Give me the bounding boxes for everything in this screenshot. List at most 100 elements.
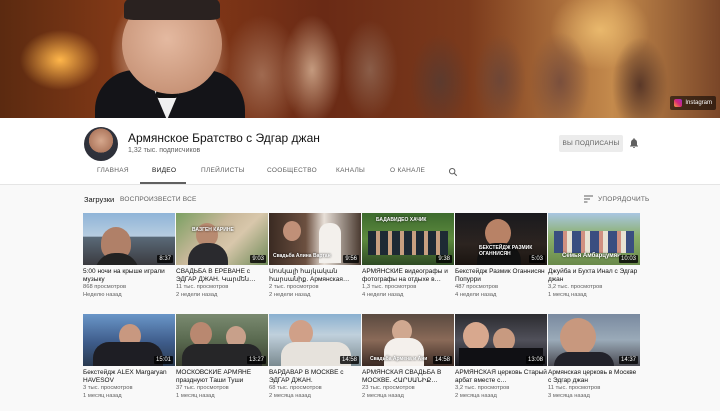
video-age: 4 недели назад (455, 291, 497, 298)
video-views: 1,3 тыс. просмотров (362, 284, 417, 290)
video-thumbnail[interactable]: 14:37 (548, 314, 640, 366)
tab-community[interactable]: СООБЩЕСТВО (267, 167, 317, 174)
thumb-face (463, 322, 489, 350)
video-thumbnail[interactable]: Семья Амбарцумян 10:03 (548, 213, 640, 265)
video-card[interactable]: ВАЗГЕН КАРИНЕ 9:03 СВАДЬБА В ЕРЕВАНЕ с Э… (176, 213, 268, 299)
tab-home[interactable]: ГЛАВНАЯ (97, 167, 129, 174)
play-all-button[interactable]: ВОСПРОИЗВЕСТИ ВСЕ (120, 196, 197, 203)
video-duration: 14:58 (432, 356, 452, 364)
sort-icon (584, 195, 593, 203)
banner-person-hair (124, 0, 220, 20)
video-title[interactable]: АРМЯНСКИЕ видеографы и фотографы на отды… (362, 268, 454, 284)
thumb-face (190, 322, 212, 346)
search-icon[interactable] (448, 167, 458, 177)
sort-label: УПОРЯДОЧИТЬ (598, 195, 650, 203)
video-views: 2 тыс. просмотров (269, 284, 319, 290)
video-title[interactable]: СВАДЬБА В ЕРЕВАНЕ с ЭДГАР ДЖАН. Կարմեն… (176, 268, 268, 284)
thumb-face (560, 318, 596, 356)
video-age: 4 недели назад (362, 291, 404, 298)
video-views: 68 тыс. просмотров (269, 385, 322, 391)
video-duration: 8:37 (157, 255, 173, 263)
video-age: 2 месяца назад (455, 392, 497, 399)
video-card[interactable]: 14:37 Армянская церковь в Москве с Эдгар… (548, 314, 640, 400)
video-views: 487 просмотров (455, 284, 499, 290)
video-title[interactable]: АРМЯНСКАЯ СВАДЬБА В МОСКВЕ. ՀԱՐՍԱՆԻՔ… (362, 369, 454, 385)
thumb-group (554, 231, 634, 253)
video-age: 2 месяца назад (362, 392, 404, 399)
video-card[interactable]: 14:58 ВАРДАВАР В МОСКВЕ с ЭДГАР ДЖАН. Վա… (269, 314, 361, 400)
video-card[interactable]: 8:37 5:00 ночи на крыше играли музыку 86… (83, 213, 175, 299)
video-age: 1 месяц назад (548, 291, 587, 298)
instagram-icon (674, 99, 683, 107)
video-title[interactable]: Бекстейдж ALEX Margaryan HAVESOV (83, 369, 175, 385)
video-age: Неделю назад (83, 291, 122, 298)
video-title[interactable]: Джуйба и Бухта Инал с Эдгар джан (548, 268, 640, 284)
video-title[interactable]: Սոսկալի հայկական հարսանիք. Армянская… (269, 268, 361, 284)
video-views: 3 тыс. просмотров (83, 385, 133, 391)
video-thumbnail[interactable]: Свадьба Армена и Ани 14:58 (362, 314, 454, 366)
video-views: 37 тыс. просмотров (176, 385, 229, 391)
video-age: 2 недели назад (269, 291, 311, 298)
video-title[interactable]: АРМЯНСКАЯ церковь Старый арбат вместе с… (455, 369, 547, 385)
channel-header: Армянское Братство с Эдгар джан 1,32 тыс… (0, 118, 720, 184)
video-card[interactable]: БАДАВИДЕО ХАЧИК 9:38 АРМЯНСКИЕ видеограф… (362, 213, 454, 299)
video-duration: 13:08 (525, 356, 545, 364)
video-age: 1 месяц назад (176, 392, 215, 399)
instagram-link[interactable]: Instagram (670, 96, 716, 110)
subscribed-button[interactable]: ВЫ ПОДПИСАНЫ (559, 135, 623, 152)
tab-playlists[interactable]: ПЛЕЙЛИСТЫ (201, 167, 245, 174)
video-thumbnail[interactable]: 15:01 (83, 314, 175, 366)
tab-about[interactable]: О КАНАЛЕ (390, 167, 425, 174)
thumb-overlay-text: ВАЗГЕН КАРИНЕ (192, 227, 234, 233)
video-card[interactable]: 13:08 АРМЯНСКАЯ церковь Старый арбат вме… (455, 314, 547, 400)
channel-tabs: ГЛАВНАЯ ВИДЕО ПЛЕЙЛИСТЫ СООБЩЕСТВО КАНАЛ… (0, 165, 720, 184)
thumb-overlay-text: БАДАВИДЕО ХАЧИК (376, 217, 427, 223)
thumb-jacket (188, 243, 228, 265)
video-views: 3,2 тыс. просмотров (548, 284, 603, 290)
video-duration: 9:38 (436, 255, 452, 263)
video-duration: 9:03 (250, 255, 266, 263)
video-title[interactable]: МОСКОВСКИЕ АРМЯНЕ празднуют Таши Туши (176, 369, 268, 385)
video-duration: 15:01 (153, 356, 173, 364)
video-card[interactable]: Семья Амбарцумян 10:03 Джуйба и Бухта Ин… (548, 213, 640, 299)
video-duration: 10:03 (618, 255, 638, 263)
video-views: 23 тыс. просмотров (362, 385, 415, 391)
video-thumbnail[interactable]: Свадьба Алина Вартан 9:56 (269, 213, 361, 265)
video-views: 11 тыс. просмотров (176, 284, 229, 290)
video-title[interactable]: Армянская церковь в Москве с Эдгар джан (548, 369, 640, 385)
video-age: 2 месяца назад (269, 392, 311, 399)
thumb-group (368, 231, 448, 255)
video-duration: 13:27 (246, 356, 266, 364)
video-title[interactable]: Бекстейдж Размик Оганнисян Попурри (455, 268, 547, 284)
tab-videos[interactable]: ВИДЕО (152, 167, 176, 174)
video-card[interactable]: 15:01 Бекстейдж ALEX Margaryan HAVESOV 3… (83, 314, 175, 400)
video-thumbnail[interactable]: БАДАВИДЕО ХАЧИК 9:38 (362, 213, 454, 265)
subscriber-count: 1,32 тыс. подписчиков (128, 147, 201, 154)
video-views: 11 тыс. просмотров (548, 385, 601, 391)
video-thumbnail[interactable]: БЕКСТЕЙДЖ РАЗМИК ОГАННИСЯН 5:03 (455, 213, 547, 265)
channel-avatar[interactable] (84, 127, 118, 161)
thumb-jacket (554, 352, 614, 366)
video-card[interactable]: Свадьба Алина Вартан 9:56 Սոսկալի հայկակ… (269, 213, 361, 299)
video-age: 3 месяца назад (548, 392, 590, 399)
video-card[interactable]: БЕКСТЕЙДЖ РАЗМИК ОГАННИСЯН 5:03 Бекстейд… (455, 213, 547, 299)
sort-button[interactable]: УПОРЯДОЧИТЬ (584, 195, 650, 203)
video-thumbnail[interactable]: 8:37 (83, 213, 175, 265)
video-card[interactable]: 13:27 МОСКОВСКИЕ АРМЯНЕ празднуют Таши Т… (176, 314, 268, 400)
thumb-overlay-text: Свадьба Алина Вартан (273, 253, 331, 259)
channel-banner: Instagram (0, 0, 720, 118)
tab-channels[interactable]: КАНАЛЫ (336, 167, 365, 174)
video-thumbnail[interactable]: 13:27 (176, 314, 268, 366)
bell-icon[interactable] (628, 137, 640, 149)
thumb-jacket (95, 253, 139, 265)
video-thumbnail[interactable]: 13:08 (455, 314, 547, 366)
video-title[interactable]: 5:00 ночи на крыше играли музыку (83, 268, 175, 284)
video-thumbnail[interactable]: 14:58 (269, 314, 361, 366)
section-title: Загрузки (84, 195, 115, 204)
video-card[interactable]: Свадьба Армена и Ани 14:58 АРМЯНСКАЯ СВА… (362, 314, 454, 400)
video-views: 868 просмотров (83, 284, 127, 290)
video-duration: 5:03 (529, 255, 545, 263)
header-divider (0, 184, 720, 185)
video-thumbnail[interactable]: ВАЗГЕН КАРИНЕ 9:03 (176, 213, 268, 265)
video-title[interactable]: ВАРДАВАР В МОСКВЕ с ЭДГАР ДЖАН. Վարդավառ… (269, 369, 361, 385)
